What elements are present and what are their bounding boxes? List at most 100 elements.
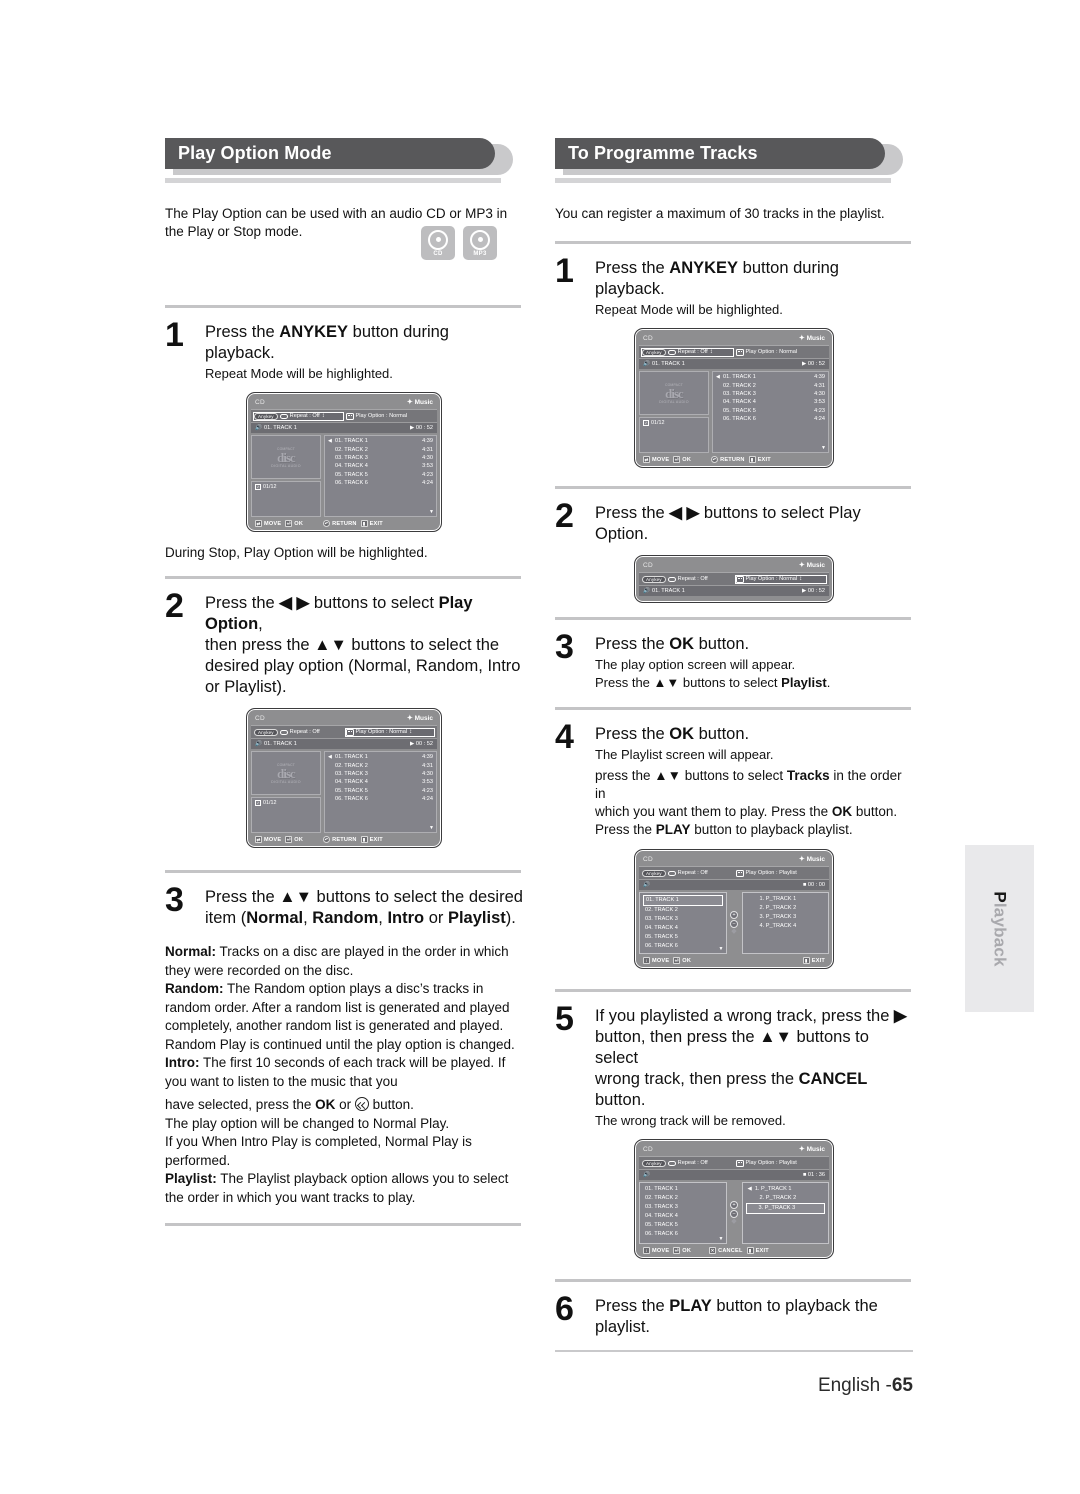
source-track-row[interactable]: 05. TRACK 5 — [643, 1221, 723, 1230]
cancel-key[interactable]: ✕ CANCEL — [709, 1247, 743, 1254]
track-row[interactable]: 05. TRACK 5 4:23 — [328, 471, 433, 479]
exit-key[interactable]: ▮ EXIT — [746, 1247, 769, 1254]
source-track-row[interactable]: 02. TRACK 2 — [643, 1194, 723, 1203]
track-row[interactable]: 03. TRACK 3 4:30 — [716, 391, 825, 399]
return-key[interactable]: ↶ RETURN — [323, 836, 357, 843]
scroll-down-icon[interactable]: ▼ — [429, 825, 434, 831]
osd-left-pane: COMPACT disc DIGITAL AUDIO ♪ 01/12 — [251, 435, 321, 517]
remove-track-button[interactable]: − — [730, 1210, 738, 1218]
definition-text: The first 10 seconds of each track will … — [165, 1055, 506, 1089]
source-track-list[interactable]: 01. TRACK 1 02. TRACK 2 03. TRACK 3 04. … — [639, 1182, 727, 1244]
repeat-mode-control[interactable]: Anykey Repeat : Off ↕ — [641, 347, 734, 357]
playlist-track-list[interactable]: 1. P_TRACK 1 2. P_TRACK 2 3. P_TRACK 3 4… — [741, 892, 829, 954]
track-row[interactable]: 05. TRACK 5 4:23 — [716, 407, 825, 415]
track-row[interactable]: 06. TRACK 6 4:24 — [328, 479, 433, 487]
move-key[interactable]: ↕ MOVE — [643, 1247, 669, 1254]
move-key[interactable]: ⇄ MOVE — [643, 456, 669, 463]
exit-key[interactable]: ▮ EXIT — [748, 456, 771, 463]
right-step-5-number: 5 — [555, 1000, 574, 1038]
disc-logo-word: disc — [277, 765, 296, 781]
source-track-row[interactable]: 06. TRACK 6 — [643, 1229, 723, 1238]
ok-key[interactable]: ⏎ OK — [673, 456, 691, 463]
ok-key[interactable]: ⏎ OK — [673, 1247, 691, 1254]
track-row[interactable]: 02. TRACK 2 4:31 — [328, 762, 433, 770]
track-row[interactable]: ◀ 01. TRACK 1 4:39 — [328, 754, 433, 762]
move-key[interactable]: ⇄ MOVE — [255, 520, 281, 527]
return-key[interactable]: ↶ RETURN — [323, 520, 357, 527]
play-option-control[interactable]: Play Option : Playlist — [735, 1159, 827, 1167]
scroll-down-icon[interactable]: ▼ — [719, 946, 724, 952]
source-track-row[interactable]: 03. TRACK 3 — [643, 915, 723, 924]
track-row[interactable]: 02. TRACK 2 4:31 — [716, 382, 825, 390]
track-row[interactable]: 04. TRACK 4 3:53 — [328, 779, 433, 787]
track-row[interactable]: 06. TRACK 6 4:24 — [328, 795, 433, 803]
osd-track-list[interactable]: ◀ 01. TRACK 1 4:39 02. TRACK 2 4:31 03. TRA… — [324, 435, 437, 517]
source-track-row[interactable]: 03. TRACK 3 — [643, 1203, 723, 1212]
repeat-mode-control[interactable]: Anykey Repeat : Off — [642, 1159, 733, 1167]
exit-key[interactable]: ▮ EXIT — [802, 957, 825, 964]
repeat-mode-control[interactable]: Anykey Repeat : Off — [642, 575, 733, 583]
playlist-track-row[interactable]: 4. P_TRACK 4 — [746, 922, 826, 931]
repeat-mode-control[interactable]: Anykey Repeat : Off — [254, 728, 343, 736]
play-option-control[interactable]: Play Option : Normal ↕ — [344, 727, 435, 737]
move-key[interactable]: ↕ MOVE — [643, 957, 669, 964]
source-track-row[interactable]: 04. TRACK 4 — [643, 1212, 723, 1221]
playlist-track-row[interactable]: 3. P_TRACK 3 — [746, 913, 826, 922]
add-track-button[interactable]: + — [730, 1201, 738, 1209]
track-time: 4:39 — [814, 374, 825, 381]
playlist-track-row[interactable]: ◀ 1. P_TRACK 1 — [746, 1185, 826, 1194]
exit-key[interactable]: ▮ EXIT — [360, 836, 383, 843]
exit-key[interactable]: ▮ EXIT — [360, 520, 383, 527]
osd-track-list[interactable]: ◀ 01. TRACK 1 4:39 02. TRACK 2 4:31 03. TRA… — [324, 751, 437, 833]
play-option-control[interactable]: Play Option : Normal — [345, 412, 435, 420]
source-track-row[interactable]: 06. TRACK 6 — [643, 941, 723, 950]
source-track-row[interactable]: 02. TRACK 2 — [643, 906, 723, 915]
divider — [165, 1223, 521, 1226]
play-option-control[interactable]: Play Option : Normal — [735, 348, 827, 356]
track-row[interactable]: 04. TRACK 4 3:53 — [328, 463, 433, 471]
track-row[interactable]: 03. TRACK 3 4:30 — [328, 771, 433, 779]
track-row[interactable]: 04. TRACK 4 3:53 — [716, 399, 825, 407]
add-track-button[interactable]: + — [730, 911, 738, 919]
osd-screen-playlist-cancel: CD ✦ Music Anykey Repeat : Off Play Opti… — [634, 1139, 834, 1259]
track-row[interactable]: ◀ 01. TRACK 1 4:39 — [716, 374, 825, 382]
ok-key[interactable]: ⏎ OK — [285, 520, 303, 527]
play-option-label: Play Option : Normal — [745, 576, 798, 582]
right-step-5-lead: If you playlisted a wrong track, press t… — [595, 1006, 913, 1111]
playlist-track-row-selected[interactable]: 3. P_TRACK 3 — [745, 1202, 825, 1214]
source-track-row[interactable]: 01. TRACK 1 — [643, 1185, 723, 1194]
repeat-mode-control[interactable]: Anykey Repeat : Off ↕ — [253, 411, 344, 421]
scroll-down-icon[interactable]: ▼ — [821, 445, 826, 451]
diamond-icon: ✦ — [406, 399, 413, 406]
scroll-down-icon[interactable]: ▼ — [429, 509, 434, 515]
move-key[interactable]: ⇄ MOVE — [255, 836, 281, 843]
return-key[interactable]: ↶ RETURN — [711, 456, 745, 463]
playlist-track-row[interactable]: 1. P_TRACK 1 — [746, 895, 826, 904]
play-option-control[interactable]: Play Option : Playlist — [735, 869, 827, 877]
playlist-track-list[interactable]: ◀ 1. P_TRACK 1 2. P_TRACK 2 3. P_TRACK 3 — [741, 1182, 829, 1244]
txt: Press the — [205, 888, 280, 906]
play-option-control[interactable]: Play Option : Normal ↕ — [734, 574, 827, 584]
track-row[interactable]: 02. TRACK 2 4:31 — [328, 446, 433, 454]
playlist-track-row[interactable]: 2. P_TRACK 2 — [746, 904, 826, 913]
source-track-row[interactable]: 05. TRACK 5 — [643, 933, 723, 942]
scroll-down-icon[interactable]: ▼ — [719, 1236, 724, 1242]
txt: Press the — [595, 635, 670, 653]
playlist-track-row[interactable]: 2. P_TRACK 2 — [746, 1194, 826, 1203]
source-track-row[interactable]: 01. TRACK 1 — [643, 895, 723, 906]
track-row[interactable]: 05. TRACK 5 4:23 — [328, 787, 433, 795]
osd-track-list[interactable]: ◀ 01. TRACK 1 4:39 02. TRACK 2 4:31 03. TRA… — [712, 371, 829, 453]
track-time: 4:31 — [422, 762, 433, 769]
ok-key[interactable]: ⏎ OK — [285, 836, 303, 843]
track-row[interactable]: 03. TRACK 3 4:30 — [328, 455, 433, 463]
track-row[interactable]: 06. TRACK 6 4:24 — [716, 415, 825, 423]
banner-underline — [165, 178, 501, 183]
track-row[interactable]: ◀ 01. TRACK 1 4:39 — [328, 438, 433, 446]
remove-track-button[interactable]: − — [730, 920, 738, 928]
ok-key[interactable]: ⏎ OK — [673, 957, 691, 964]
repeat-mode-control[interactable]: Anykey Repeat : Off — [642, 869, 733, 877]
repeat-icon — [667, 870, 676, 876]
source-track-list[interactable]: 01. TRACK 1 02. TRACK 2 03. TRACK 3 04. … — [639, 892, 727, 954]
source-track-row[interactable]: 04. TRACK 4 — [643, 924, 723, 933]
track-name: 06. TRACK 6 — [335, 795, 368, 802]
